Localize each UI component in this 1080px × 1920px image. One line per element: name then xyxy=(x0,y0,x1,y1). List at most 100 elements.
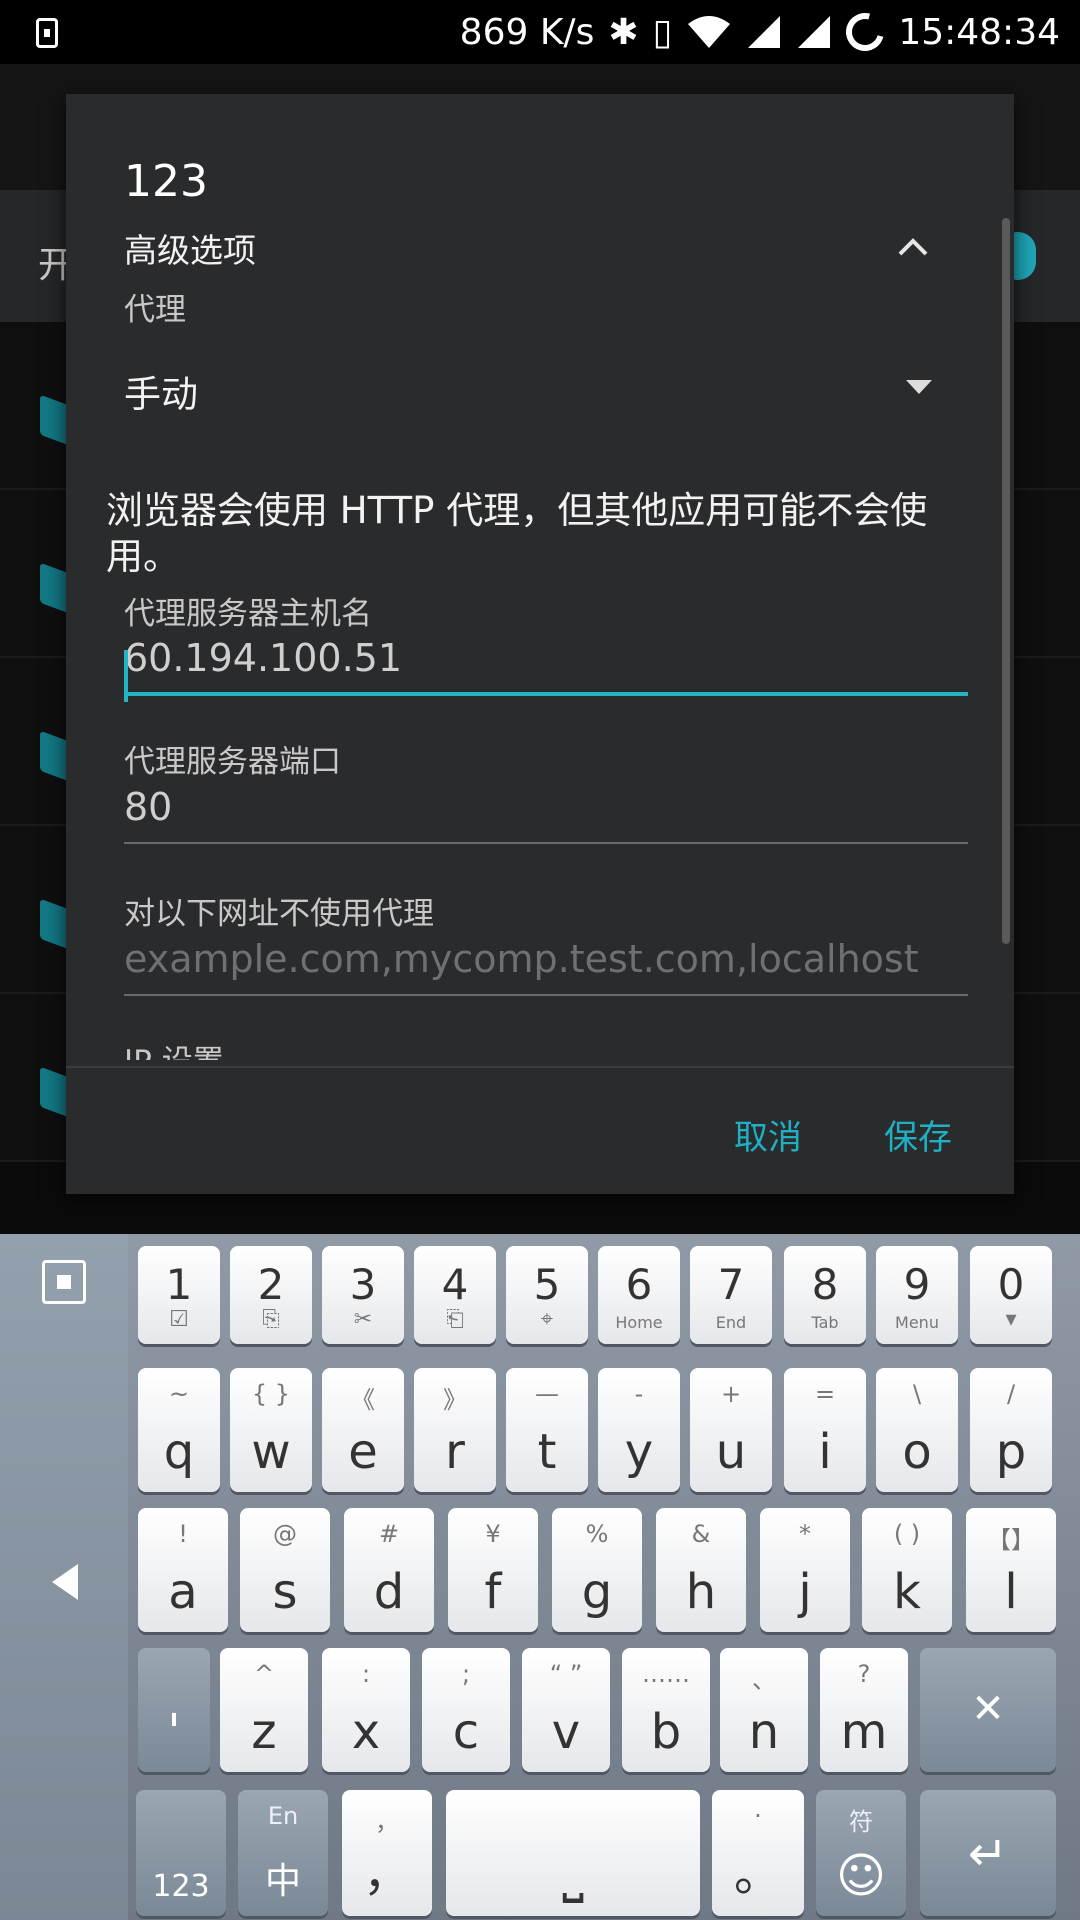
save-button[interactable]: 保存 xyxy=(884,1110,952,1159)
key-i[interactable]: = i xyxy=(784,1368,866,1492)
key-t[interactable]: — t xyxy=(506,1368,588,1492)
key-k[interactable]: ( ) k xyxy=(862,1508,952,1632)
key-p-label: p xyxy=(995,1424,1027,1480)
emoji-key-label: ☺ xyxy=(835,1848,887,1904)
key-0[interactable]: ▾ 0 xyxy=(970,1246,1052,1344)
key-p[interactable]: / p xyxy=(970,1368,1052,1492)
key-e[interactable]: 《 e xyxy=(322,1368,404,1492)
key-7-alt-label: End xyxy=(715,1313,747,1332)
key-a-alt-label: ! xyxy=(178,1520,188,1548)
key-6[interactable]: Home 6 xyxy=(598,1246,680,1344)
key-b-label: b xyxy=(650,1704,682,1760)
key-123[interactable]: 123 xyxy=(136,1790,226,1916)
period-key-alt-label: · xyxy=(754,1802,762,1830)
key-w[interactable]: { } w xyxy=(230,1368,312,1492)
key-c-label: c xyxy=(452,1704,480,1760)
key-y[interactable]: -y xyxy=(598,1368,680,1492)
key-o-alt-label: \ xyxy=(912,1380,922,1408)
space-key[interactable]: ⎵ xyxy=(446,1790,700,1916)
bypass-input[interactable] xyxy=(124,924,968,996)
key-u-alt-label: + xyxy=(720,1380,742,1408)
key-r[interactable]: 》 r xyxy=(414,1368,496,1492)
key-r-label: r xyxy=(445,1424,465,1480)
language-switch-key[interactable]: En 中 xyxy=(238,1790,328,1916)
bluetooth-icon: ✱ xyxy=(608,11,639,53)
proxy-port-input[interactable] xyxy=(124,772,968,844)
key-o-label: o xyxy=(902,1424,932,1480)
proxy-select[interactable]: 手动 xyxy=(124,364,198,418)
advanced-options-label[interactable]: 高级选项 xyxy=(124,224,256,272)
key-d[interactable]: # d xyxy=(344,1508,434,1632)
key-v-alt-label: “ ” xyxy=(549,1660,583,1688)
key-b[interactable]: …… b xyxy=(622,1648,710,1772)
key-8-label: 8 xyxy=(811,1260,839,1309)
period-key[interactable]: ·。 xyxy=(712,1790,804,1916)
key-n-label: n xyxy=(748,1704,780,1760)
key-5-label: 5 xyxy=(533,1260,561,1309)
key-apostrophe-label: ' xyxy=(167,1704,181,1760)
key-l-alt-label: 【】 xyxy=(987,1526,1035,1554)
key-3-label: 3 xyxy=(349,1260,377,1309)
key-1[interactable]: ☑ 1 xyxy=(138,1246,220,1344)
key-g-label: g xyxy=(581,1564,613,1620)
space-key-label: ⎵ xyxy=(562,1840,584,1903)
chevron-up-icon[interactable] xyxy=(896,230,930,264)
soft-keyboard: ☑ 1 ⎘ 2 ✂ 3 ⎗ 4 ⌖ 5 Home 6 End 7 Tab 8 Menu 9 ▾ 0 ~ q{ } w 《 e 》 r… xyxy=(0,1234,1080,1920)
key-u-label: u xyxy=(715,1424,747,1480)
key-j[interactable]: * j xyxy=(760,1508,850,1632)
key-w-alt-label: { } xyxy=(251,1380,291,1408)
proxy-host-input[interactable] xyxy=(124,624,968,696)
key-l[interactable]: 【】 l xyxy=(966,1508,1056,1632)
key-n[interactable]: 、 n xyxy=(720,1648,808,1772)
key-f-alt-label: ¥ xyxy=(485,1520,501,1548)
key-4-alt-label: ⎗ xyxy=(446,1307,464,1332)
key-4[interactable]: ⎗ 4 xyxy=(414,1246,496,1344)
key-5[interactable]: ⌖ 5 xyxy=(506,1246,588,1344)
key-0-label: 0 xyxy=(997,1260,1025,1309)
cancel-button[interactable]: 取消 xyxy=(734,1110,802,1159)
key-z[interactable]: ^ z xyxy=(220,1648,308,1772)
key-n-alt-label: 、 xyxy=(752,1666,776,1694)
key-j-alt-label: * xyxy=(799,1520,811,1548)
key-8[interactable]: Tab 8 xyxy=(784,1246,866,1344)
key-z-label: z xyxy=(251,1704,277,1760)
key-9[interactable]: Menu 9 xyxy=(876,1246,958,1344)
key-2[interactable]: ⎘ 2 xyxy=(230,1246,312,1344)
key-k-label: k xyxy=(893,1564,921,1620)
key-c[interactable]: ; c xyxy=(422,1648,510,1772)
key-g[interactable]: % g xyxy=(552,1508,642,1632)
clock: 15:48:34 xyxy=(898,11,1060,53)
key-m-alt-label: ? xyxy=(857,1660,871,1688)
enter-key[interactable]: ↵ xyxy=(920,1790,1056,1916)
key-0-alt-label: ▾ xyxy=(1005,1307,1017,1332)
arrow-left-icon[interactable] xyxy=(52,1564,78,1600)
comma-key[interactable]: ，， xyxy=(342,1790,432,1916)
key-s[interactable]: @ s xyxy=(240,1508,330,1632)
screen: 869 K/s ✱ ▯ 15:48:34 开 123 高级选项 代理 手动 浏览… xyxy=(0,0,1080,1920)
key-m[interactable]: ? m xyxy=(820,1648,908,1772)
key-apostrophe[interactable]: ' xyxy=(138,1648,210,1772)
key-r-alt-label: 》 xyxy=(443,1386,467,1414)
key-v[interactable]: “ ” v xyxy=(522,1648,610,1772)
key-3[interactable]: ✂ 3 xyxy=(322,1246,404,1344)
move-keyboard-icon[interactable] xyxy=(42,1260,86,1304)
key-h-label: h xyxy=(685,1564,717,1620)
key-q-label: q xyxy=(163,1424,195,1480)
status-bar: 869 K/s ✱ ▯ 15:48:34 xyxy=(0,0,1080,64)
key-o[interactable]: \ o xyxy=(876,1368,958,1492)
dialog-scrollbar[interactable] xyxy=(1002,218,1010,944)
key-d-alt-label: # xyxy=(378,1520,400,1548)
key-h[interactable]: & h xyxy=(656,1508,746,1632)
key-f[interactable]: ¥ f xyxy=(448,1508,538,1632)
key-x[interactable]: :x xyxy=(322,1648,410,1772)
backspace-key[interactable]: ✕ xyxy=(920,1648,1056,1772)
key-d-label: d xyxy=(373,1564,405,1620)
vibrate-icon: ▯ xyxy=(652,11,673,53)
phone-icon xyxy=(36,18,58,48)
dropdown-caret-icon[interactable] xyxy=(906,380,932,394)
emoji-key[interactable]: 符 ☺ xyxy=(816,1790,906,1916)
key-u[interactable]: + u xyxy=(690,1368,772,1492)
key-7[interactable]: End 7 xyxy=(690,1246,772,1344)
key-a[interactable]: ! a xyxy=(138,1508,228,1632)
key-q[interactable]: ~ q xyxy=(138,1368,220,1492)
